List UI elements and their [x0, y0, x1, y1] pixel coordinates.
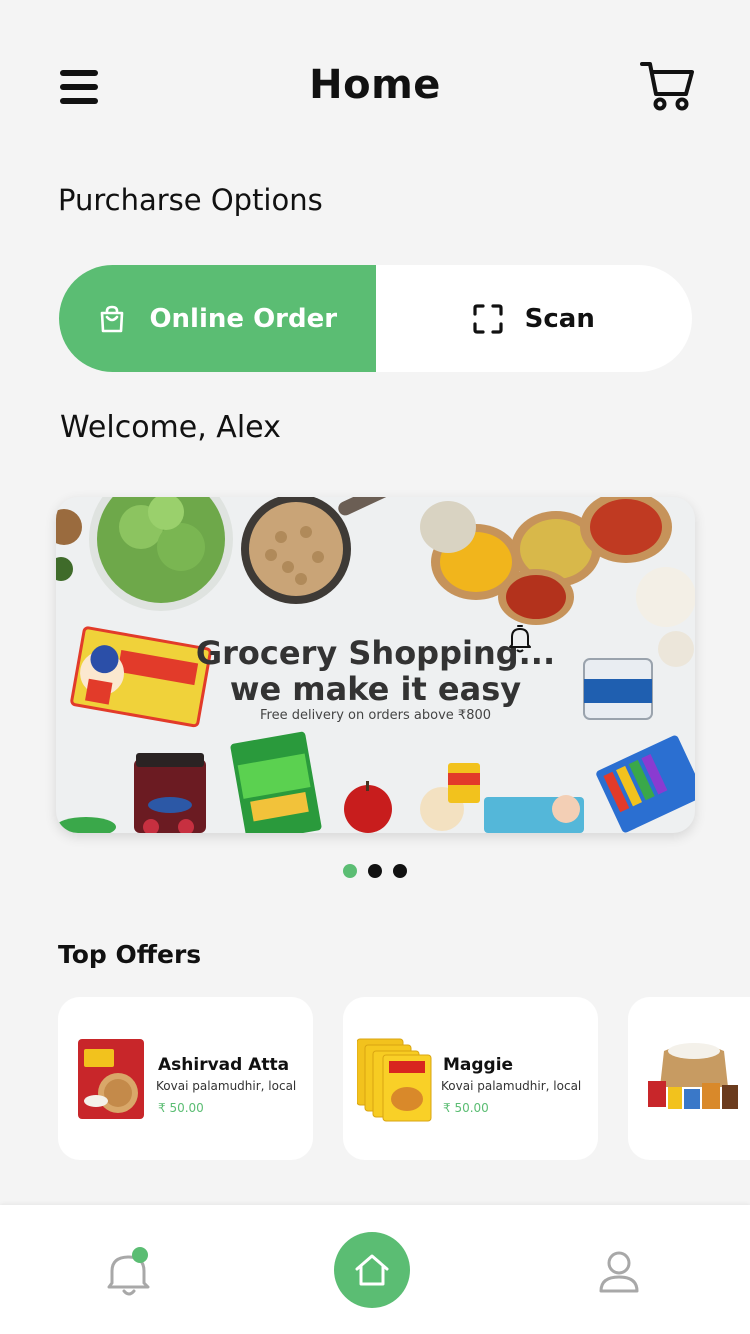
scan-label: Scan [524, 303, 595, 334]
top-offers-title: Top Offers [58, 940, 202, 969]
offer-price: ₹ 50.00 [443, 1101, 489, 1115]
offer-card-ashirvad-atta[interactable]: Ashirvad Atta Kovai palamudhir, local ₹ … [58, 997, 313, 1160]
banner-headline: Grocery Shopping... we make it easy [56, 635, 695, 707]
offer-price: ₹ 50.00 [158, 1101, 204, 1115]
purchase-toggle: Online Order Scan [59, 265, 692, 372]
nav-bell-icon[interactable] [106, 1247, 152, 1297]
offer-location: Kovai palamudhir, local [156, 1079, 297, 1093]
welcome-text: Welcome, Alex [60, 410, 281, 445]
carousel-dot-3[interactable] [393, 864, 407, 878]
offer-name: Ashirvad Atta [158, 1055, 290, 1075]
offer-location: Kovai palamudhir, local [441, 1079, 582, 1093]
online-order-button[interactable]: Online Order [59, 265, 376, 372]
online-order-label: Online Order [149, 303, 338, 334]
carousel-indicator [343, 864, 407, 878]
groceries-image [648, 1043, 738, 1109]
carousel-dot-2[interactable] [368, 864, 382, 878]
home-icon [355, 1254, 389, 1286]
bottom-nav [0, 1205, 750, 1334]
scan-icon [473, 303, 503, 334]
notification-bell-icon[interactable] [508, 625, 532, 653]
offer-card-groceries[interactable] [628, 997, 750, 1160]
nav-profile-icon[interactable] [597, 1249, 641, 1295]
promo-banner[interactable]: Grocery Shopping... we make it easy Free… [56, 497, 695, 833]
carousel-dot-1[interactable] [343, 864, 357, 878]
maggie-image [357, 1038, 432, 1122]
cart-icon[interactable] [640, 60, 696, 112]
banner-headline-line-1: Grocery Shopping... [195, 634, 556, 672]
page-title: Home [309, 62, 441, 108]
banner-subline: Free delivery on orders above ₹800 [259, 708, 492, 723]
offer-card-maggie[interactable]: Maggie Kovai palamudhir, local ₹ 50.00 [343, 997, 598, 1160]
purchase-options-title: Purcharse Options [58, 183, 323, 217]
ashirvad-atta-image [78, 1039, 144, 1119]
shopping-bag-icon [97, 304, 127, 334]
offer-name: Maggie [443, 1055, 514, 1075]
banner-headline-line-2: we make it easy [229, 670, 522, 708]
scan-button[interactable]: Scan [376, 265, 693, 372]
top-bar: Home [0, 0, 750, 175]
nav-home-button[interactable] [334, 1232, 410, 1308]
